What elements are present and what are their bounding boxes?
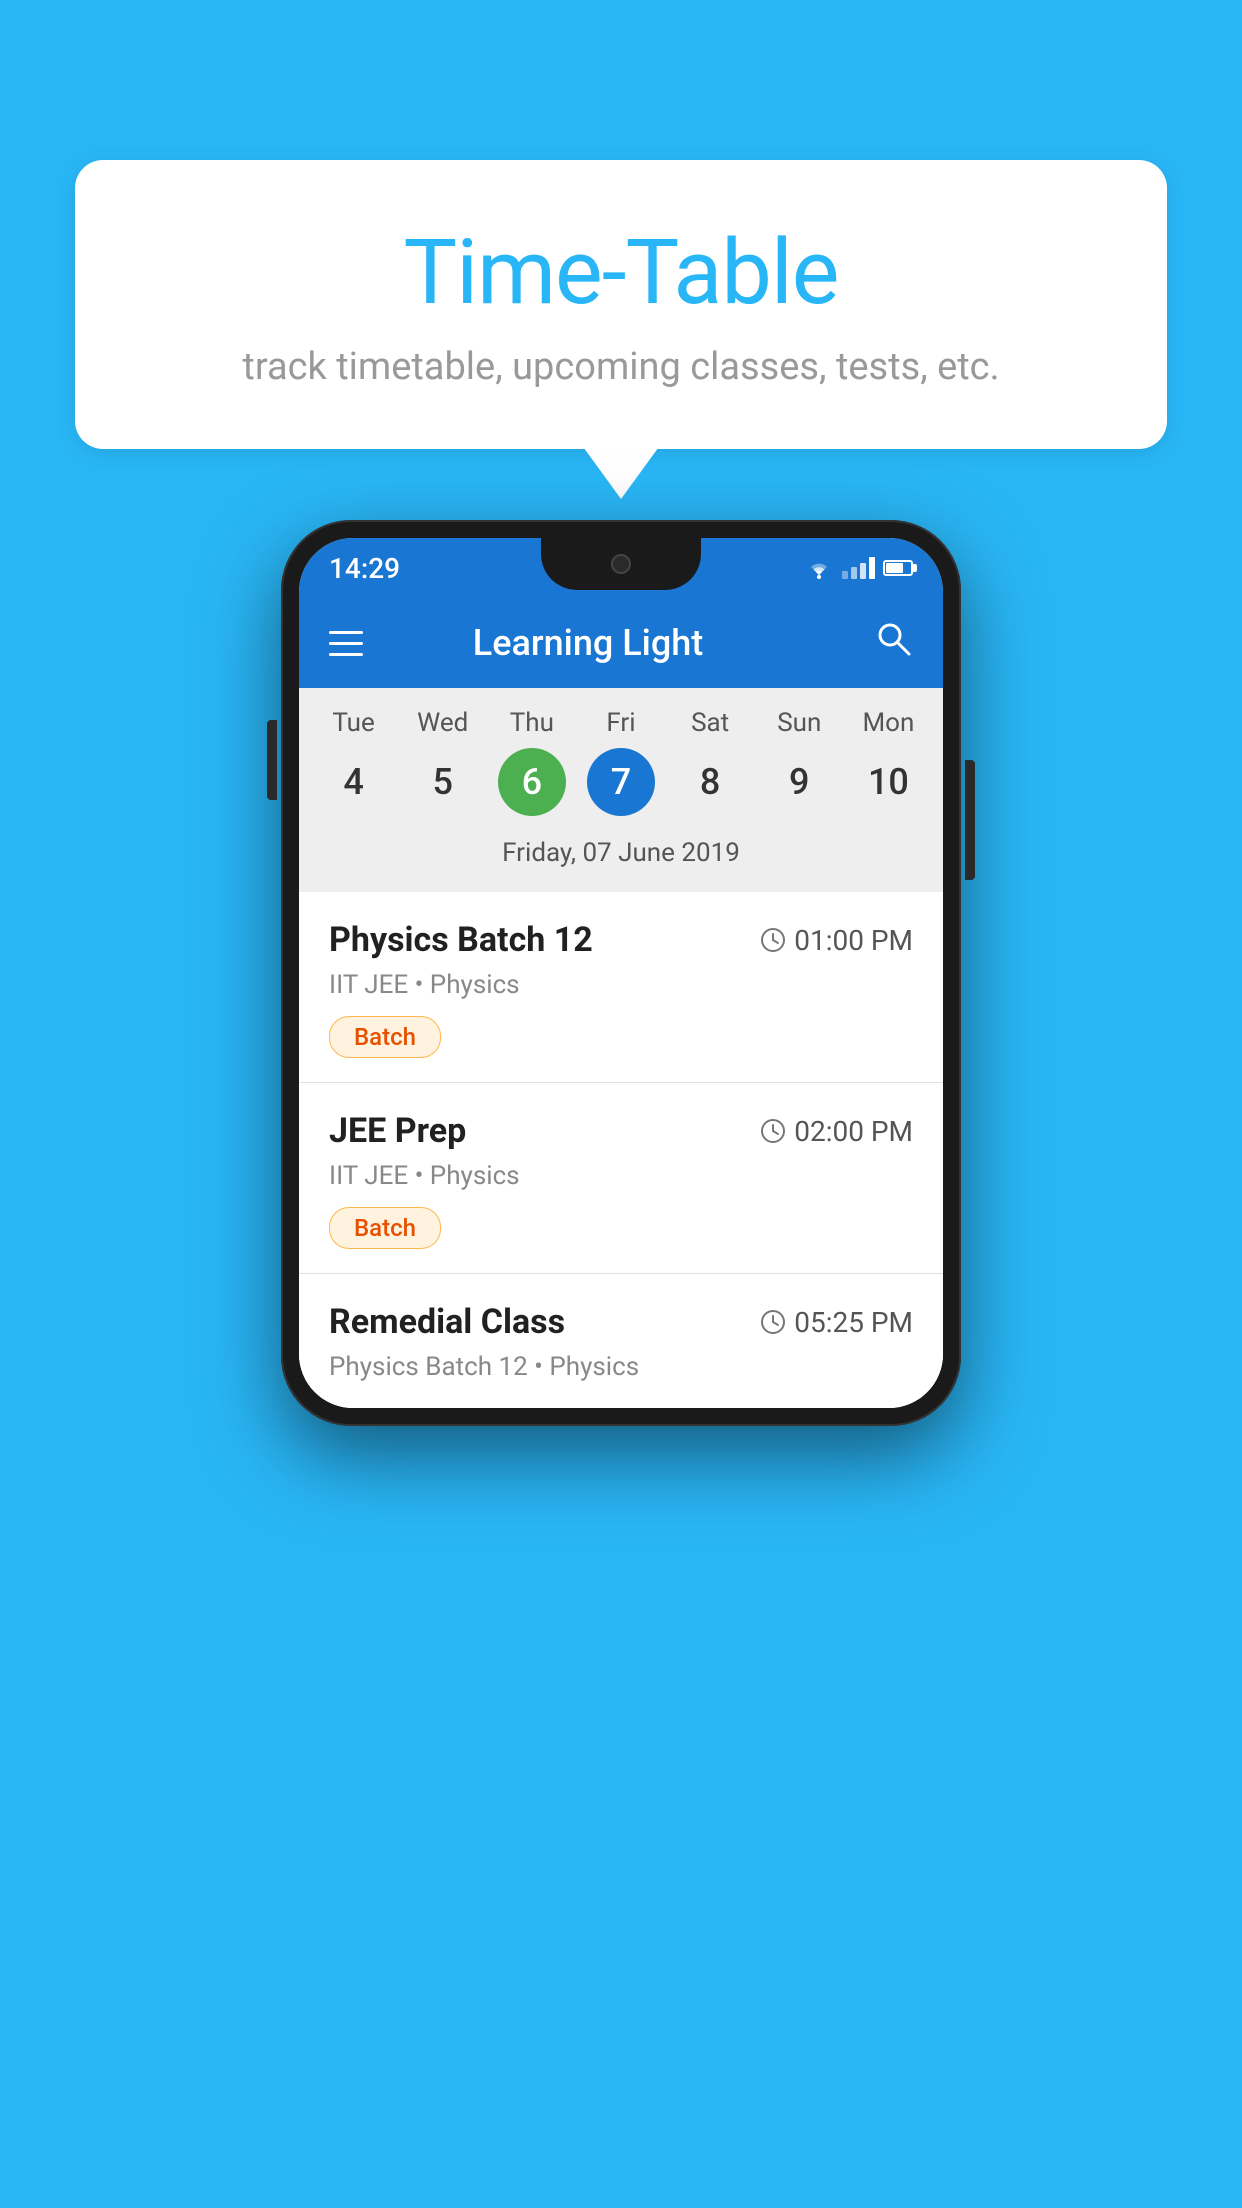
clock-icon-3 <box>760 1309 786 1335</box>
app-bar: Learning Light <box>299 598 943 688</box>
item-header-2: JEE Prep 02:00 PM <box>329 1111 913 1151</box>
item-time-3: 05:25 PM <box>760 1306 913 1339</box>
item-subtitle-1: IIT JEE • Physics <box>329 970 913 1000</box>
schedule-item-2[interactable]: JEE Prep 02:00 PM IIT JEE • Physics Batc… <box>299 1083 943 1274</box>
item-subtitle-2: IIT JEE • Physics <box>329 1161 913 1191</box>
wifi-icon <box>804 557 834 579</box>
clock-icon-1 <box>760 927 786 953</box>
item-title-2: JEE Prep <box>329 1111 466 1151</box>
schedule-item-3[interactable]: Remedial Class 05:25 PM Physics Batch 12… <box>299 1274 943 1408</box>
selected-date-label: Friday, 07 June 2019 <box>309 828 933 882</box>
phone-inner: 14:29 <box>299 538 943 1408</box>
search-button[interactable] <box>873 618 913 668</box>
speech-bubble-area: Time-Table track timetable, upcoming cla… <box>75 160 1167 449</box>
day-col-fri[interactable]: Fri 7 <box>577 708 665 816</box>
speech-bubble: Time-Table track timetable, upcoming cla… <box>75 160 1167 449</box>
day-col-sun[interactable]: Sun 9 <box>755 708 843 816</box>
signal-icon <box>842 557 875 579</box>
speech-bubble-subtitle: track timetable, upcoming classes, tests… <box>155 345 1087 389</box>
day-col-sat[interactable]: Sat 8 <box>666 708 754 816</box>
battery-icon <box>883 560 913 576</box>
schedule-item-1[interactable]: Physics Batch 12 01:00 PM IIT JEE • Phys… <box>299 892 943 1083</box>
day-col-mon[interactable]: Mon 10 <box>844 708 932 816</box>
item-subtitle-3: Physics Batch 12 • Physics <box>329 1352 913 1382</box>
hamburger-menu-icon[interactable] <box>329 631 363 656</box>
item-header-3: Remedial Class 05:25 PM <box>329 1302 913 1342</box>
phone-mockup: 14:29 <box>281 520 961 1426</box>
item-title-3: Remedial Class <box>329 1302 565 1342</box>
item-time-2: 02:00 PM <box>760 1115 913 1148</box>
clock-icon-2 <box>760 1118 786 1144</box>
status-time: 14:29 <box>329 552 400 585</box>
phone-notch <box>541 538 701 590</box>
batch-badge-2: Batch <box>329 1207 441 1249</box>
calendar-strip: Tue 4 Wed 5 Thu 6 Fri 7 <box>299 688 943 892</box>
camera-dot <box>611 554 631 574</box>
speech-bubble-title: Time-Table <box>155 220 1087 325</box>
item-title-1: Physics Batch 12 <box>329 920 593 960</box>
item-time-1: 01:00 PM <box>760 924 913 957</box>
day-col-wed[interactable]: Wed 5 <box>399 708 487 816</box>
status-icons <box>804 557 913 579</box>
day-col-thu[interactable]: Thu 6 <box>488 708 576 816</box>
app-title: Learning Light <box>387 622 789 664</box>
day-col-tue[interactable]: Tue 4 <box>310 708 398 816</box>
batch-badge-1: Batch <box>329 1016 441 1058</box>
phone-outer: 14:29 <box>281 520 961 1426</box>
days-row: Tue 4 Wed 5 Thu 6 Fri 7 <box>309 708 933 816</box>
schedule-container: Physics Batch 12 01:00 PM IIT JEE • Phys… <box>299 892 943 1408</box>
item-header-1: Physics Batch 12 01:00 PM <box>329 920 913 960</box>
